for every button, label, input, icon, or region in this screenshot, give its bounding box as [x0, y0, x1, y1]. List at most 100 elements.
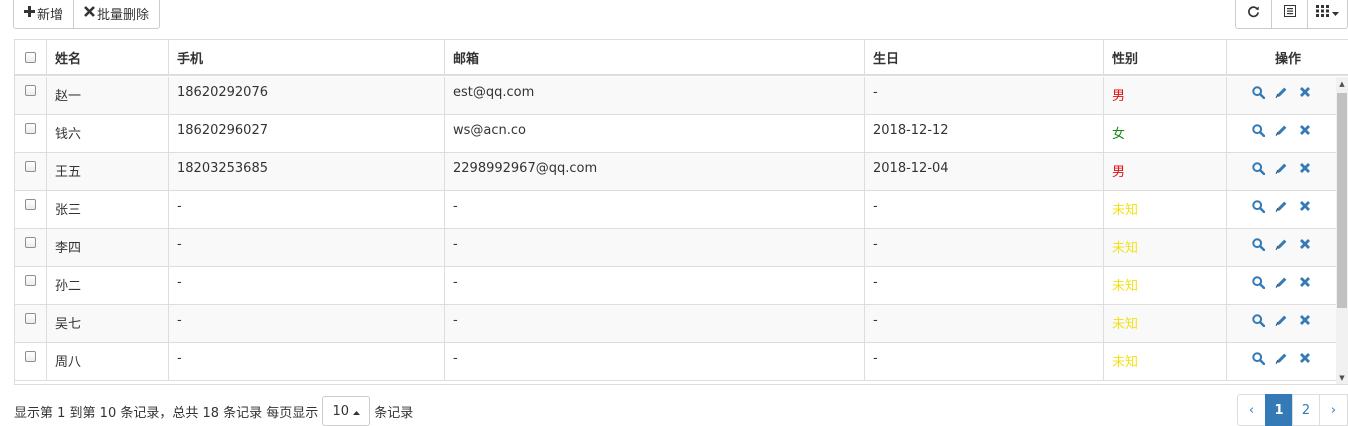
- cell-email: -: [445, 229, 865, 266]
- cell-gender: 未知: [1104, 267, 1227, 304]
- table-header: 姓名 手机 邮箱 生日 性别 操作: [15, 40, 1348, 76]
- batch-delete-button-label: 批量删除: [97, 7, 150, 23]
- toolbar-right: [1235, 0, 1348, 29]
- search-action-search-icon[interactable]: [1252, 123, 1266, 137]
- row-checkbox[interactable]: [25, 237, 36, 248]
- grid-icon: [1316, 5, 1329, 21]
- remove-action-remove-icon[interactable]: [1298, 237, 1312, 251]
- remove-action-remove-icon[interactable]: [1298, 313, 1312, 327]
- caret-down-icon: [1332, 6, 1339, 21]
- refresh-button[interactable]: [1235, 0, 1272, 29]
- header-phone[interactable]: 手机: [169, 40, 445, 74]
- header-birthday[interactable]: 生日: [865, 40, 1104, 74]
- page-size-dropdown[interactable]: 10: [322, 396, 371, 426]
- prev-page-button[interactable]: ‹: [1237, 394, 1266, 426]
- cell-actions: [1227, 191, 1337, 228]
- cell-actions: [1227, 305, 1337, 342]
- table-scrollbar[interactable]: ▲ ▼: [1336, 77, 1348, 384]
- cell-gender: 男: [1104, 153, 1227, 190]
- remove-action-remove-icon[interactable]: [1298, 351, 1312, 365]
- row-checkbox[interactable]: [25, 123, 36, 134]
- row-select-cell: [15, 115, 47, 152]
- table-row: 吴七 - - - 未知: [15, 305, 1337, 343]
- row-select-cell: [15, 229, 47, 266]
- data-table: 姓名 手机 邮箱 生日 性别 操作 赵一 18620292076 est@qq.co…: [14, 39, 1348, 385]
- search-action-search-icon[interactable]: [1252, 351, 1266, 365]
- pencil-action-pencil-icon[interactable]: [1275, 275, 1289, 289]
- row-select-cell: [15, 153, 47, 190]
- batch-delete-button[interactable]: 批量删除: [73, 0, 161, 29]
- cell-gender: 未知: [1104, 343, 1227, 380]
- header-gender[interactable]: 性别: [1104, 40, 1227, 74]
- table-body: 赵一 18620292076 est@qq.com - 男钱六 18620296027 ws…: [15, 77, 1337, 381]
- cell-phone: -: [169, 305, 445, 342]
- header-name[interactable]: 姓名: [47, 40, 169, 74]
- cell-gender: 未知: [1104, 229, 1227, 266]
- search-action-search-icon[interactable]: [1252, 237, 1266, 251]
- cell-actions: [1227, 77, 1337, 114]
- scroll-up-arrow-icon[interactable]: ▲: [1336, 77, 1348, 91]
- select-all-checkbox[interactable]: [25, 51, 36, 63]
- page-1-button[interactable]: 1: [1265, 394, 1293, 426]
- cell-gender: 未知: [1104, 305, 1227, 342]
- cell-name: 周八: [47, 343, 169, 380]
- pagination-info-prefix: 显示第 1 到第 10 条记录，总共 18 条记录 每页显示: [14, 405, 319, 421]
- header-actions: 操作: [1274, 51, 1301, 67]
- table-row: 王五 18203253685 2298992967@qq.com 2018-12-04…: [15, 153, 1337, 191]
- pencil-action-pencil-icon[interactable]: [1275, 199, 1289, 213]
- next-page-button[interactable]: ›: [1319, 394, 1348, 426]
- table-row: 张三 - - - 未知: [15, 191, 1337, 229]
- pencil-action-pencil-icon[interactable]: [1275, 351, 1289, 365]
- pencil-action-pencil-icon[interactable]: [1275, 123, 1289, 137]
- columns-dropdown-button[interactable]: [1307, 0, 1348, 29]
- cell-birthday: -: [865, 191, 1104, 228]
- header-email[interactable]: 邮箱: [445, 40, 865, 74]
- remove-action-remove-icon[interactable]: [1298, 161, 1312, 175]
- page-2-button[interactable]: 2: [1292, 394, 1320, 426]
- row-checkbox[interactable]: [25, 85, 36, 96]
- cell-birthday: -: [865, 229, 1104, 266]
- row-select-cell: [15, 191, 47, 228]
- row-checkbox[interactable]: [25, 275, 36, 286]
- scroll-thumb[interactable]: [1337, 93, 1347, 308]
- add-button-label: 新增: [37, 7, 64, 23]
- row-select-cell: [15, 305, 47, 342]
- cell-email: est@qq.com: [445, 77, 865, 114]
- pencil-action-pencil-icon[interactable]: [1275, 161, 1289, 175]
- toggle-view-button[interactable]: [1271, 0, 1308, 29]
- toolbar-left: 新增 批量删除: [13, 0, 161, 29]
- remove-action-remove-icon[interactable]: [1298, 199, 1312, 213]
- cell-actions: [1227, 267, 1337, 304]
- search-action-search-icon[interactable]: [1252, 161, 1266, 175]
- cell-email: ws@acn.co: [445, 115, 865, 152]
- cell-phone: -: [169, 267, 445, 304]
- pagination-info: 显示第 1 到第 10 条记录，总共 18 条记录 每页显示 10 条记录: [14, 396, 413, 426]
- search-action-search-icon[interactable]: [1252, 313, 1266, 327]
- cell-phone: 18620296027: [169, 115, 445, 152]
- cell-email: -: [445, 343, 865, 380]
- remove-action-remove-icon[interactable]: [1298, 275, 1312, 289]
- cell-name: 孙二: [47, 267, 169, 304]
- pencil-action-pencil-icon[interactable]: [1275, 313, 1289, 327]
- remove-action-remove-icon[interactable]: [1298, 123, 1312, 137]
- pencil-action-pencil-icon[interactable]: [1275, 85, 1289, 99]
- row-checkbox[interactable]: [25, 161, 36, 172]
- cell-phone: -: [169, 343, 445, 380]
- search-action-search-icon[interactable]: [1252, 85, 1266, 99]
- select-all-cell: [15, 40, 47, 74]
- row-checkbox[interactable]: [25, 199, 36, 210]
- cell-actions: [1227, 153, 1337, 190]
- scroll-down-arrow-icon[interactable]: ▼: [1336, 371, 1348, 384]
- pencil-action-pencil-icon[interactable]: [1275, 237, 1289, 251]
- search-action-search-icon[interactable]: [1252, 199, 1266, 213]
- table-row: 钱六 18620296027 ws@acn.co 2018-12-12 女: [15, 115, 1337, 153]
- cell-gender: 男: [1104, 77, 1227, 114]
- cell-phone: -: [169, 229, 445, 266]
- row-checkbox[interactable]: [25, 313, 36, 324]
- search-action-search-icon[interactable]: [1252, 275, 1266, 289]
- row-checkbox[interactable]: [25, 351, 36, 362]
- row-select-cell: [15, 343, 47, 380]
- remove-action-remove-icon[interactable]: [1298, 85, 1312, 99]
- add-button[interactable]: 新增: [13, 0, 75, 29]
- cell-name: 李四: [47, 229, 169, 266]
